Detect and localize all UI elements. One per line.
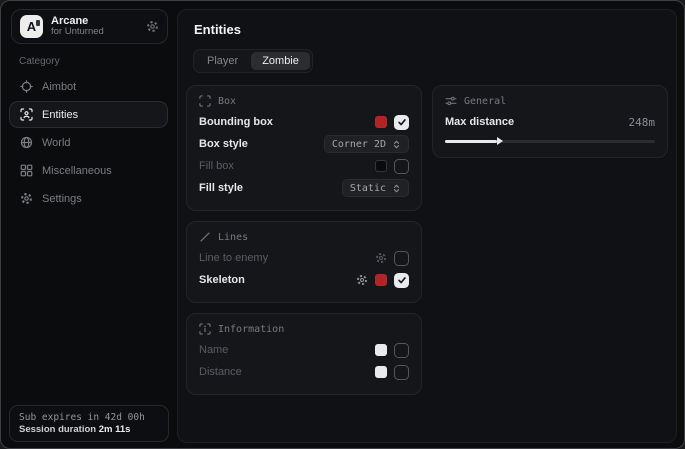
checkbox-unchecked[interactable]	[394, 365, 409, 380]
setting-label: Skeleton	[199, 274, 245, 286]
card-title: Information	[218, 324, 284, 335]
sidebar-item-label: Settings	[42, 193, 82, 205]
sidebar-item-settings[interactable]: Settings	[9, 185, 168, 212]
color-swatch[interactable]	[375, 160, 387, 172]
max-distance-fill	[445, 140, 497, 143]
globe-icon	[20, 136, 33, 149]
left-column: Box Bounding box Box style	[186, 85, 422, 395]
checkbox-checked[interactable]	[394, 273, 409, 288]
color-swatch[interactable]	[375, 344, 387, 356]
scan-brackets-icon	[199, 95, 211, 107]
color-swatch[interactable]	[375, 274, 387, 286]
setting-label: Distance	[199, 366, 242, 378]
app-window: A Arcane for Unturned Category	[0, 0, 685, 449]
tab-player[interactable]: Player	[196, 52, 249, 70]
box-card: Box Bounding box Box style	[186, 85, 422, 211]
box-style-select[interactable]: Corner 2D	[324, 135, 409, 153]
setting-label: Box style	[199, 138, 248, 150]
sidebar-item-label: Aimbot	[42, 81, 76, 93]
lines-card: Lines Line to enemy	[186, 221, 422, 303]
sidebar-item-aimbot[interactable]: Aimbot	[9, 73, 168, 100]
grid-icon	[20, 164, 33, 177]
checkbox-checked[interactable]	[394, 115, 409, 130]
cards-area: Box Bounding box Box style	[186, 85, 668, 395]
card-title: Box	[218, 96, 236, 107]
setting-label: Name	[199, 344, 228, 356]
checkbox-unchecked[interactable]	[394, 159, 409, 174]
setting-label: Line to enemy	[199, 252, 268, 264]
app-logo: A	[20, 15, 43, 38]
scan-info-icon	[199, 323, 211, 335]
setting-label: Max distance	[445, 116, 514, 128]
checkbox-unchecked[interactable]	[394, 343, 409, 358]
color-swatch[interactable]	[375, 366, 387, 378]
sidebar-item-world[interactable]: World	[9, 129, 168, 156]
sidebar-item-entities[interactable]: Entities	[9, 101, 168, 128]
setting-row-max-distance: Max distance 248m	[445, 111, 655, 133]
setting-row-fill-box: Fill box	[199, 155, 409, 177]
crosshair-icon	[20, 80, 33, 93]
information-card: Information Name Distance	[186, 313, 422, 395]
setting-row-bounding-box: Bounding box	[199, 111, 409, 133]
sub-expiry-text: Sub expires in 42d 00h	[19, 412, 159, 423]
chevrons-up-down-icon	[392, 139, 401, 150]
card-title: General	[464, 96, 506, 107]
category-label: Category	[19, 56, 60, 67]
checkbox-unchecked[interactable]	[394, 251, 409, 266]
scan-person-icon	[20, 108, 33, 121]
card-title: Lines	[218, 232, 248, 243]
sidebar: A Arcane for Unturned Category	[1, 1, 176, 448]
main-panel: Entities Player Zombie Box	[177, 9, 677, 443]
setting-row-name: Name	[199, 339, 409, 361]
setting-label: Fill style	[199, 182, 243, 194]
fill-style-select[interactable]: Static	[342, 179, 409, 197]
gear-icon[interactable]	[375, 252, 387, 264]
max-distance-value: 248m	[629, 116, 656, 129]
setting-label: Bounding box	[199, 116, 273, 128]
app-header-card: A Arcane for Unturned	[11, 9, 168, 44]
setting-row-fill-style: Fill style Static	[199, 177, 409, 199]
general-card: General Max distance 248m	[432, 85, 668, 158]
select-value: Corner 2D	[332, 139, 386, 150]
subscription-card: Sub expires in 42d 00h Session duration …	[9, 405, 169, 442]
app-tagline: for Unturned	[51, 27, 138, 38]
tab-bar: Player Zombie	[193, 49, 313, 73]
select-value: Static	[350, 183, 386, 194]
page-title: Entities	[194, 22, 668, 37]
sidebar-item-miscellaneous[interactable]: Miscellaneous	[9, 157, 168, 184]
setting-label: Fill box	[199, 160, 234, 172]
max-distance-slider[interactable]	[445, 136, 655, 146]
diagonal-line-icon	[199, 231, 211, 243]
sliders-icon	[445, 95, 457, 107]
color-swatch[interactable]	[375, 116, 387, 128]
sidebar-item-label: Miscellaneous	[42, 165, 112, 177]
chevrons-up-down-icon	[392, 183, 401, 194]
sidebar-item-label: World	[42, 137, 71, 149]
setting-row-distance: Distance	[199, 361, 409, 383]
tab-zombie[interactable]: Zombie	[251, 52, 310, 70]
gear-icon	[20, 192, 33, 205]
gear-icon[interactable]	[356, 274, 368, 286]
sidebar-nav: Aimbot Entities	[9, 73, 168, 212]
session-duration-text: Session duration 2m 11s	[19, 424, 159, 435]
setting-row-box-style: Box style Corner 2D	[199, 133, 409, 155]
setting-row-skeleton: Skeleton	[199, 269, 409, 291]
setting-row-line-to-enemy: Line to enemy	[199, 247, 409, 269]
sidebar-item-label: Entities	[42, 109, 78, 121]
gear-icon[interactable]	[146, 20, 159, 33]
right-column: General Max distance 248m	[432, 85, 668, 158]
